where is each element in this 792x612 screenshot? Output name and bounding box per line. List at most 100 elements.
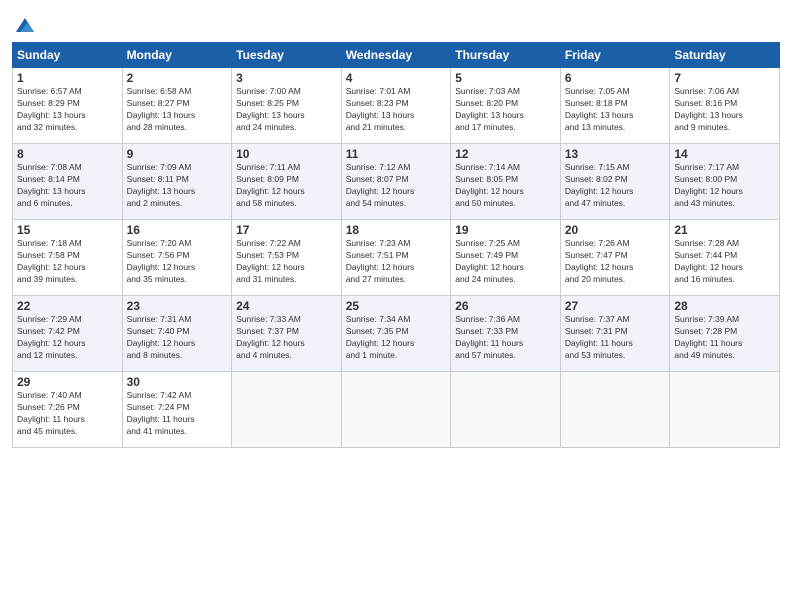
day-info: Sunrise: 7:17 AM Sunset: 8:00 PM Dayligh…	[674, 162, 775, 210]
day-number: 23	[127, 299, 228, 313]
calendar-cell: 2Sunrise: 6:58 AM Sunset: 8:27 PM Daylig…	[122, 68, 232, 144]
day-number: 10	[236, 147, 337, 161]
day-number: 22	[17, 299, 118, 313]
weekday-header-sunday: Sunday	[13, 43, 123, 68]
weekday-header-monday: Monday	[122, 43, 232, 68]
calendar-cell: 3Sunrise: 7:00 AM Sunset: 8:25 PM Daylig…	[232, 68, 342, 144]
weekday-header-saturday: Saturday	[670, 43, 780, 68]
day-number: 26	[455, 299, 556, 313]
day-number: 30	[127, 375, 228, 389]
day-number: 18	[346, 223, 447, 237]
weekday-header-wednesday: Wednesday	[341, 43, 451, 68]
calendar-cell: 25Sunrise: 7:34 AM Sunset: 7:35 PM Dayli…	[341, 296, 451, 372]
calendar-week-2: 8Sunrise: 7:08 AM Sunset: 8:14 PM Daylig…	[13, 144, 780, 220]
calendar-cell: 19Sunrise: 7:25 AM Sunset: 7:49 PM Dayli…	[451, 220, 561, 296]
day-number: 14	[674, 147, 775, 161]
day-info: Sunrise: 7:06 AM Sunset: 8:16 PM Dayligh…	[674, 86, 775, 134]
calendar-cell: 10Sunrise: 7:11 AM Sunset: 8:09 PM Dayli…	[232, 144, 342, 220]
weekday-header-thursday: Thursday	[451, 43, 561, 68]
day-number: 1	[17, 71, 118, 85]
weekday-header-tuesday: Tuesday	[232, 43, 342, 68]
weekday-header-row: SundayMondayTuesdayWednesdayThursdayFrid…	[13, 43, 780, 68]
calendar-cell: 15Sunrise: 7:18 AM Sunset: 7:58 PM Dayli…	[13, 220, 123, 296]
day-number: 15	[17, 223, 118, 237]
calendar-cell: 4Sunrise: 7:01 AM Sunset: 8:23 PM Daylig…	[341, 68, 451, 144]
day-number: 9	[127, 147, 228, 161]
day-number: 21	[674, 223, 775, 237]
calendar-cell: 6Sunrise: 7:05 AM Sunset: 8:18 PM Daylig…	[560, 68, 670, 144]
day-info: Sunrise: 7:40 AM Sunset: 7:26 PM Dayligh…	[17, 390, 118, 438]
day-info: Sunrise: 7:31 AM Sunset: 7:40 PM Dayligh…	[127, 314, 228, 362]
day-number: 16	[127, 223, 228, 237]
day-info: Sunrise: 7:34 AM Sunset: 7:35 PM Dayligh…	[346, 314, 447, 362]
calendar-cell	[232, 372, 342, 448]
day-number: 3	[236, 71, 337, 85]
calendar-week-1: 1Sunrise: 6:57 AM Sunset: 8:29 PM Daylig…	[13, 68, 780, 144]
logo	[12, 14, 36, 34]
calendar-cell: 18Sunrise: 7:23 AM Sunset: 7:51 PM Dayli…	[341, 220, 451, 296]
calendar-cell	[341, 372, 451, 448]
day-info: Sunrise: 6:58 AM Sunset: 8:27 PM Dayligh…	[127, 86, 228, 134]
calendar-cell: 27Sunrise: 7:37 AM Sunset: 7:31 PM Dayli…	[560, 296, 670, 372]
day-info: Sunrise: 7:37 AM Sunset: 7:31 PM Dayligh…	[565, 314, 666, 362]
logo-icon	[14, 14, 36, 36]
day-info: Sunrise: 7:11 AM Sunset: 8:09 PM Dayligh…	[236, 162, 337, 210]
calendar-cell: 7Sunrise: 7:06 AM Sunset: 8:16 PM Daylig…	[670, 68, 780, 144]
day-number: 28	[674, 299, 775, 313]
day-number: 17	[236, 223, 337, 237]
day-number: 8	[17, 147, 118, 161]
day-info: Sunrise: 7:08 AM Sunset: 8:14 PM Dayligh…	[17, 162, 118, 210]
calendar-table: SundayMondayTuesdayWednesdayThursdayFrid…	[12, 42, 780, 448]
day-number: 24	[236, 299, 337, 313]
day-info: Sunrise: 7:22 AM Sunset: 7:53 PM Dayligh…	[236, 238, 337, 286]
calendar-cell: 29Sunrise: 7:40 AM Sunset: 7:26 PM Dayli…	[13, 372, 123, 448]
calendar-cell: 8Sunrise: 7:08 AM Sunset: 8:14 PM Daylig…	[13, 144, 123, 220]
calendar-cell: 1Sunrise: 6:57 AM Sunset: 8:29 PM Daylig…	[13, 68, 123, 144]
day-info: Sunrise: 7:25 AM Sunset: 7:49 PM Dayligh…	[455, 238, 556, 286]
day-info: Sunrise: 7:23 AM Sunset: 7:51 PM Dayligh…	[346, 238, 447, 286]
calendar-cell	[670, 372, 780, 448]
calendar-cell: 23Sunrise: 7:31 AM Sunset: 7:40 PM Dayli…	[122, 296, 232, 372]
day-info: Sunrise: 7:15 AM Sunset: 8:02 PM Dayligh…	[565, 162, 666, 210]
day-info: Sunrise: 7:39 AM Sunset: 7:28 PM Dayligh…	[674, 314, 775, 362]
day-info: Sunrise: 7:33 AM Sunset: 7:37 PM Dayligh…	[236, 314, 337, 362]
calendar-cell: 9Sunrise: 7:09 AM Sunset: 8:11 PM Daylig…	[122, 144, 232, 220]
day-info: Sunrise: 7:28 AM Sunset: 7:44 PM Dayligh…	[674, 238, 775, 286]
day-info: Sunrise: 7:20 AM Sunset: 7:56 PM Dayligh…	[127, 238, 228, 286]
calendar-cell: 28Sunrise: 7:39 AM Sunset: 7:28 PM Dayli…	[670, 296, 780, 372]
day-number: 29	[17, 375, 118, 389]
day-number: 12	[455, 147, 556, 161]
calendar-cell	[451, 372, 561, 448]
day-info: Sunrise: 7:00 AM Sunset: 8:25 PM Dayligh…	[236, 86, 337, 134]
calendar-cell: 16Sunrise: 7:20 AM Sunset: 7:56 PM Dayli…	[122, 220, 232, 296]
day-info: Sunrise: 7:03 AM Sunset: 8:20 PM Dayligh…	[455, 86, 556, 134]
calendar-cell: 17Sunrise: 7:22 AM Sunset: 7:53 PM Dayli…	[232, 220, 342, 296]
day-info: Sunrise: 6:57 AM Sunset: 8:29 PM Dayligh…	[17, 86, 118, 134]
day-number: 7	[674, 71, 775, 85]
day-number: 2	[127, 71, 228, 85]
day-number: 25	[346, 299, 447, 313]
calendar-cell: 30Sunrise: 7:42 AM Sunset: 7:24 PM Dayli…	[122, 372, 232, 448]
day-info: Sunrise: 7:42 AM Sunset: 7:24 PM Dayligh…	[127, 390, 228, 438]
day-info: Sunrise: 7:29 AM Sunset: 7:42 PM Dayligh…	[17, 314, 118, 362]
day-number: 4	[346, 71, 447, 85]
day-info: Sunrise: 7:01 AM Sunset: 8:23 PM Dayligh…	[346, 86, 447, 134]
day-info: Sunrise: 7:09 AM Sunset: 8:11 PM Dayligh…	[127, 162, 228, 210]
day-info: Sunrise: 7:14 AM Sunset: 8:05 PM Dayligh…	[455, 162, 556, 210]
day-number: 19	[455, 223, 556, 237]
calendar-cell: 12Sunrise: 7:14 AM Sunset: 8:05 PM Dayli…	[451, 144, 561, 220]
day-number: 5	[455, 71, 556, 85]
day-number: 6	[565, 71, 666, 85]
day-info: Sunrise: 7:18 AM Sunset: 7:58 PM Dayligh…	[17, 238, 118, 286]
calendar-week-4: 22Sunrise: 7:29 AM Sunset: 7:42 PM Dayli…	[13, 296, 780, 372]
calendar-cell: 22Sunrise: 7:29 AM Sunset: 7:42 PM Dayli…	[13, 296, 123, 372]
calendar-cell: 5Sunrise: 7:03 AM Sunset: 8:20 PM Daylig…	[451, 68, 561, 144]
calendar-cell: 26Sunrise: 7:36 AM Sunset: 7:33 PM Dayli…	[451, 296, 561, 372]
calendar-week-3: 15Sunrise: 7:18 AM Sunset: 7:58 PM Dayli…	[13, 220, 780, 296]
calendar-cell: 24Sunrise: 7:33 AM Sunset: 7:37 PM Dayli…	[232, 296, 342, 372]
day-number: 13	[565, 147, 666, 161]
day-info: Sunrise: 7:12 AM Sunset: 8:07 PM Dayligh…	[346, 162, 447, 210]
day-info: Sunrise: 7:05 AM Sunset: 8:18 PM Dayligh…	[565, 86, 666, 134]
calendar-cell: 14Sunrise: 7:17 AM Sunset: 8:00 PM Dayli…	[670, 144, 780, 220]
calendar-cell: 13Sunrise: 7:15 AM Sunset: 8:02 PM Dayli…	[560, 144, 670, 220]
